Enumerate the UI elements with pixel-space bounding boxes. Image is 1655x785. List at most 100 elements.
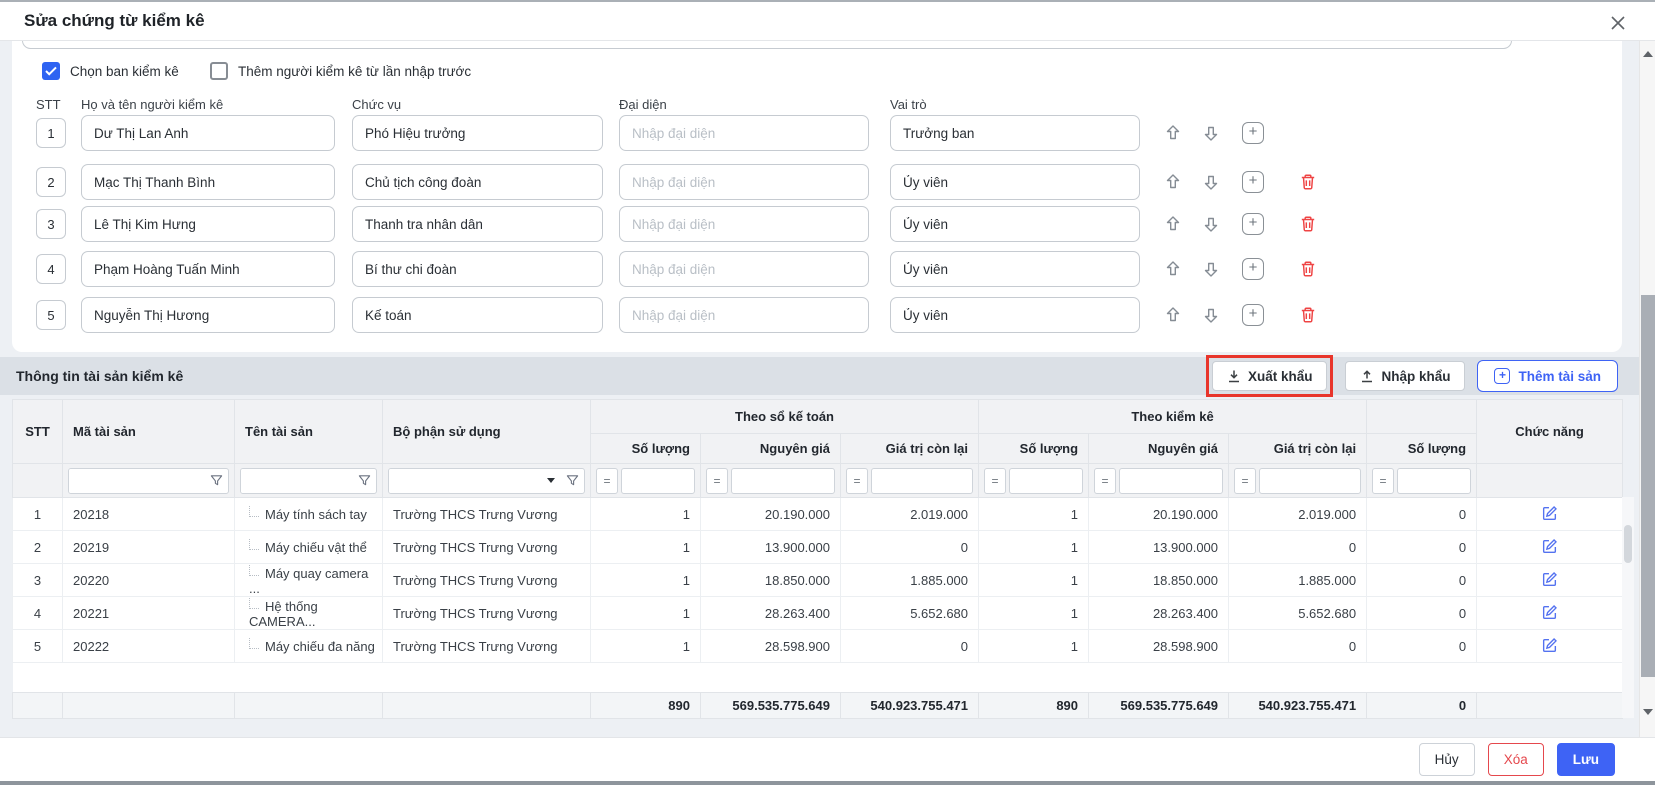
move-down-button[interactable]: [1200, 258, 1222, 280]
filter-inv-cost: =: [1094, 468, 1223, 494]
cell-inv-quantity: 1: [979, 531, 1089, 564]
equals-operator-button[interactable]: =: [706, 468, 728, 494]
move-up-button[interactable]: [1162, 122, 1184, 144]
filter-code: [68, 468, 229, 494]
filter-funnel-button[interactable]: [560, 469, 584, 493]
filter-acc-remaining: =: [846, 468, 973, 494]
table-scrollbar-thumb[interactable]: [1624, 525, 1632, 563]
edit-row-button[interactable]: [1540, 602, 1560, 622]
move-down-button[interactable]: [1200, 171, 1222, 193]
move-up-button[interactable]: [1162, 171, 1184, 193]
move-up-button[interactable]: [1162, 258, 1184, 280]
filter-name-input[interactable]: [241, 469, 352, 493]
edit-row-button[interactable]: [1540, 536, 1560, 556]
export-button[interactable]: Xuất khẩu: [1212, 361, 1328, 391]
filter-funnel-button[interactable]: [352, 469, 376, 493]
member-role-input[interactable]: [890, 251, 1140, 287]
col-header-acc-cost: Nguyên giá: [701, 434, 841, 464]
member-position-input[interactable]: [352, 206, 603, 242]
member-name-input[interactable]: [81, 251, 335, 287]
funnel-icon: [566, 474, 579, 487]
filter-acc-cost-input[interactable]: [731, 468, 835, 494]
delete-member-button[interactable]: [1297, 171, 1319, 193]
move-up-button[interactable]: [1162, 213, 1184, 235]
page-scrollbar-thumb[interactable]: [1641, 295, 1655, 677]
clipped-input-above[interactable]: [22, 41, 1512, 49]
filter-inv-cost-input[interactable]: [1119, 468, 1223, 494]
member-name-input[interactable]: [81, 115, 335, 151]
member-role-input[interactable]: [890, 297, 1140, 333]
add-member-button[interactable]: +: [1242, 304, 1264, 326]
table-empty-space: [13, 663, 1623, 693]
member-representative-input[interactable]: [619, 206, 869, 242]
arrow-down-icon: [1201, 305, 1221, 325]
delete-member-button[interactable]: [1297, 304, 1319, 326]
import-button[interactable]: Nhập khẩu: [1345, 361, 1465, 391]
funnel-icon: [210, 474, 223, 487]
scroll-down-icon[interactable]: [1643, 709, 1653, 715]
move-down-button[interactable]: [1200, 304, 1222, 326]
table-row[interactable]: 3 20220 Máy quay camera ... Trường THCS …: [13, 564, 1623, 597]
move-down-button[interactable]: [1200, 213, 1222, 235]
member-name-input[interactable]: [81, 206, 335, 242]
window-top-edge: [0, 0, 1655, 2]
filter-inv-remaining: =: [1234, 468, 1361, 494]
member-role-input[interactable]: [890, 206, 1140, 242]
dropdown-caret-icon[interactable]: [547, 478, 555, 483]
filter-department-input[interactable]: [389, 469, 547, 493]
delete-member-button[interactable]: [1297, 258, 1319, 280]
table-row[interactable]: 2 20219 Máy chiếu vật thể Trường THCS Tr…: [13, 531, 1623, 564]
add-member-button[interactable]: +: [1242, 213, 1264, 235]
filter-acc-quantity-input[interactable]: [621, 468, 695, 494]
edit-row-button[interactable]: [1540, 503, 1560, 523]
delete-button[interactable]: Xóa: [1488, 743, 1544, 776]
filter-department: [388, 468, 585, 494]
edit-row-button[interactable]: [1540, 569, 1560, 589]
table-row[interactable]: 4 20221 Hệ thống CAMERA... Trường THCS T…: [13, 597, 1623, 630]
add-member-button[interactable]: +: [1242, 258, 1264, 280]
member-position-input[interactable]: [352, 164, 603, 200]
filter-funnel-button[interactable]: [204, 469, 228, 493]
equals-operator-button[interactable]: =: [1094, 468, 1116, 494]
delete-member-button[interactable]: [1297, 213, 1319, 235]
member-representative-input[interactable]: [619, 115, 869, 151]
equals-operator-button[interactable]: =: [1372, 468, 1394, 494]
filter-code-input[interactable]: [69, 469, 204, 493]
filter-inv-quantity-input[interactable]: [1009, 468, 1083, 494]
select-board-checkbox[interactable]: [42, 62, 60, 80]
equals-operator-button[interactable]: =: [596, 468, 618, 494]
equals-operator-button[interactable]: =: [846, 468, 868, 494]
filter-inv-remaining-input[interactable]: [1259, 468, 1361, 494]
member-representative-input[interactable]: [619, 297, 869, 333]
scroll-up-icon[interactable]: [1643, 51, 1653, 57]
committee-header-representative: Đại diện: [619, 97, 667, 112]
move-down-button[interactable]: [1200, 122, 1222, 144]
filter-quantity-input[interactable]: [1397, 468, 1471, 494]
member-representative-input[interactable]: [619, 164, 869, 200]
cell-stt: 2: [13, 531, 63, 564]
table-row[interactable]: 1 20218 Máy tính sách tay Trường THCS Tr…: [13, 498, 1623, 531]
add-member-button[interactable]: +: [1242, 171, 1264, 193]
move-up-button[interactable]: [1162, 304, 1184, 326]
equals-operator-button[interactable]: =: [984, 468, 1006, 494]
table-row[interactable]: 5 20222 Máy chiếu đa năng Trường THCS Tr…: [13, 630, 1623, 663]
member-position-input[interactable]: [352, 251, 603, 287]
page-scrollbar[interactable]: [1639, 41, 1655, 737]
member-name-input[interactable]: [81, 297, 335, 333]
close-button[interactable]: [1607, 12, 1629, 34]
add-member-button[interactable]: +: [1242, 122, 1264, 144]
member-representative-input[interactable]: [619, 251, 869, 287]
member-role-input[interactable]: [890, 164, 1140, 200]
edit-row-button[interactable]: [1540, 635, 1560, 655]
equals-operator-button[interactable]: =: [1234, 468, 1256, 494]
add-asset-button[interactable]: + Thêm tài sản: [1477, 360, 1618, 392]
filter-acc-remaining-input[interactable]: [871, 468, 973, 494]
add-from-previous-checkbox[interactable]: [210, 62, 228, 80]
save-button[interactable]: Lưu: [1557, 743, 1615, 776]
table-scrollbar[interactable]: [1622, 497, 1634, 718]
member-position-input[interactable]: [352, 115, 603, 151]
cancel-button[interactable]: Hủy: [1419, 743, 1475, 776]
member-name-input[interactable]: [81, 164, 335, 200]
member-role-input[interactable]: [890, 115, 1140, 151]
member-position-input[interactable]: [352, 297, 603, 333]
